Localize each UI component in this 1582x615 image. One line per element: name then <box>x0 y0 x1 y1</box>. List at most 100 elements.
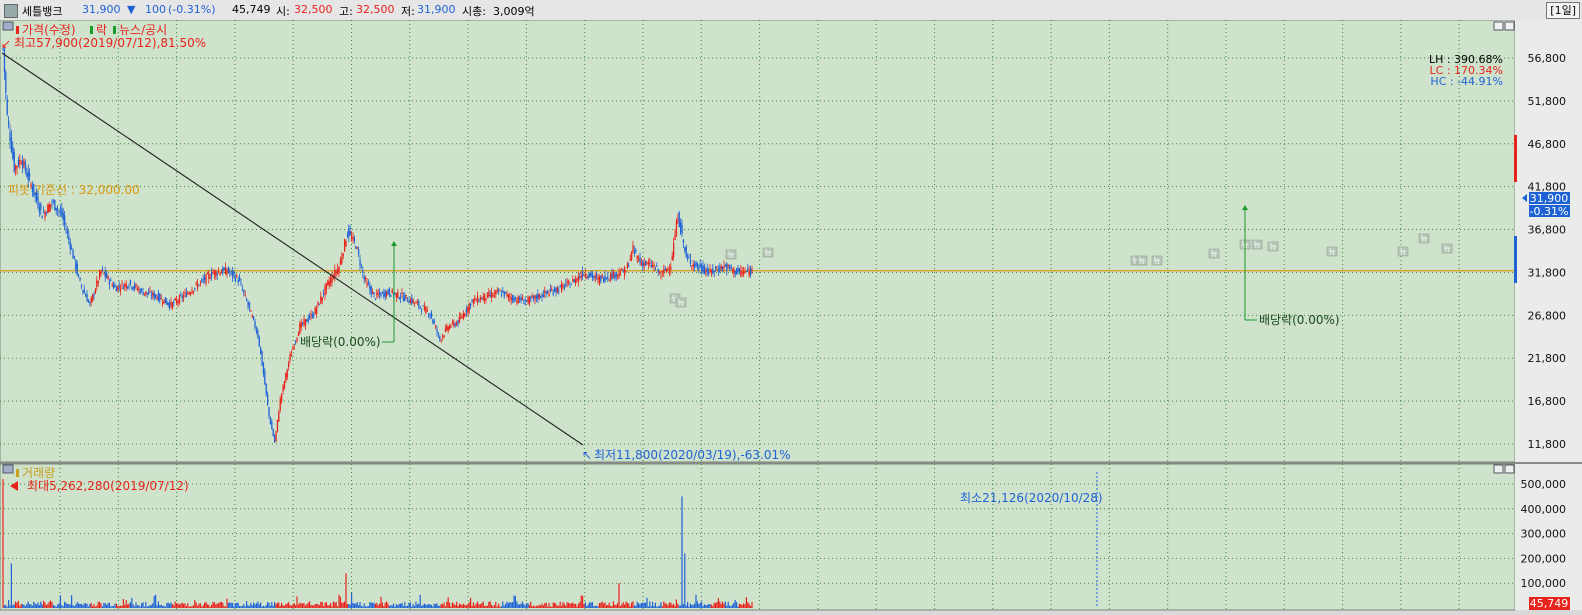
candle-body[interactable] <box>166 301 168 305</box>
candle-body[interactable] <box>251 315 253 317</box>
volume-bar[interactable] <box>632 601 634 608</box>
volume-bar[interactable] <box>548 602 550 608</box>
volume-bar[interactable] <box>93 604 95 608</box>
volume-bar[interactable] <box>65 602 67 608</box>
volume-bar[interactable] <box>226 598 228 608</box>
candle-body[interactable] <box>751 269 753 271</box>
volume-bar[interactable] <box>160 604 162 608</box>
candle-body[interactable] <box>663 269 665 273</box>
candle-body[interactable] <box>397 291 399 298</box>
candle-body[interactable] <box>500 294 503 296</box>
candle-body[interactable] <box>356 247 358 249</box>
candle-body[interactable] <box>380 293 382 297</box>
candle-body[interactable] <box>181 296 183 298</box>
volume-bar[interactable] <box>596 605 598 608</box>
volume-bar[interactable] <box>180 603 182 608</box>
volume-bar[interactable] <box>111 605 113 608</box>
volume-bar[interactable] <box>573 603 575 608</box>
candle-body[interactable] <box>745 270 748 272</box>
candle-body[interactable] <box>519 297 521 300</box>
volume-bar[interactable] <box>618 583 620 608</box>
volume-bar[interactable] <box>545 602 547 608</box>
candle-body[interactable] <box>120 288 122 291</box>
candle-body[interactable] <box>71 248 73 250</box>
candle-body[interactable] <box>384 290 386 297</box>
candle-body[interactable] <box>576 278 578 281</box>
volume-bar[interactable] <box>551 606 553 608</box>
volume-bar[interactable] <box>34 603 36 608</box>
legend-price[interactable]: 가격(수정) <box>22 23 76 37</box>
volume-bar[interactable] <box>143 606 145 608</box>
volume-bar[interactable] <box>66 604 68 608</box>
candle-body[interactable] <box>73 255 76 258</box>
volume-bar[interactable] <box>565 605 567 608</box>
volume-bar[interactable] <box>222 602 224 608</box>
volume-bar[interactable] <box>709 604 711 608</box>
volume-bar[interactable] <box>586 605 588 608</box>
candle-body[interactable] <box>682 239 685 244</box>
volume-bar[interactable] <box>300 603 302 608</box>
volume-bar[interactable] <box>447 597 449 608</box>
volume-bar[interactable] <box>297 604 299 608</box>
candle-body[interactable] <box>601 275 603 277</box>
candle-body[interactable] <box>642 261 644 267</box>
volume-bar[interactable] <box>219 602 221 608</box>
candle-body[interactable] <box>729 267 731 269</box>
volume-bar[interactable] <box>495 602 497 608</box>
volume-bar[interactable] <box>104 603 106 608</box>
volume-bar[interactable] <box>59 595 61 608</box>
candle-body[interactable] <box>629 258 631 261</box>
news-tag-text[interactable]: 뉴 <box>1269 242 1276 251</box>
candle-body[interactable] <box>649 261 651 264</box>
volume-bar[interactable] <box>498 603 500 608</box>
volume-bar[interactable] <box>19 605 21 608</box>
volume-bar[interactable] <box>465 605 467 608</box>
candle-body[interactable] <box>453 322 455 326</box>
candle-body[interactable] <box>52 200 55 202</box>
candle-body[interactable] <box>694 263 696 268</box>
volume-bar[interactable] <box>533 605 535 608</box>
volume-bar[interactable] <box>220 601 222 608</box>
volume-bar[interactable] <box>661 606 663 608</box>
volume-bar[interactable] <box>43 600 45 608</box>
volume-bar[interactable] <box>58 603 60 608</box>
volume-bar[interactable] <box>493 604 495 608</box>
volume-bar[interactable] <box>680 605 682 608</box>
candle-body[interactable] <box>710 270 713 272</box>
candle-body[interactable] <box>274 435 276 443</box>
volume-bar[interactable] <box>645 602 647 608</box>
volume-bar[interactable] <box>283 605 285 608</box>
candle-body[interactable] <box>279 398 281 411</box>
volume-bar[interactable] <box>5 604 7 608</box>
volume-bar[interactable] <box>132 604 134 608</box>
volume-bar[interactable] <box>745 597 747 608</box>
candle-body[interactable] <box>671 256 673 261</box>
volume-bar[interactable] <box>33 601 35 608</box>
candle-body[interactable] <box>705 270 707 272</box>
volume-bar[interactable] <box>505 603 507 608</box>
volume-bar[interactable] <box>542 605 544 608</box>
candle-body[interactable] <box>636 256 638 259</box>
candle-body[interactable] <box>296 337 298 342</box>
volume-bar[interactable] <box>370 602 372 608</box>
candle-body[interactable] <box>597 277 599 281</box>
candle-body[interactable] <box>517 296 519 303</box>
volume-bar[interactable] <box>260 602 262 608</box>
candle-body[interactable] <box>514 297 517 300</box>
volume-bar[interactable] <box>86 603 88 608</box>
volume-bar[interactable] <box>587 604 589 608</box>
volume-bar[interactable] <box>416 604 418 608</box>
volume-bar[interactable] <box>610 605 612 608</box>
volume-bar[interactable] <box>99 601 101 608</box>
candle-body[interactable] <box>194 287 196 289</box>
volume-bar[interactable] <box>572 602 574 608</box>
volume-bar[interactable] <box>513 595 515 608</box>
volume-bar[interactable] <box>639 604 641 608</box>
volume-bar[interactable] <box>13 604 15 608</box>
candle-body[interactable] <box>440 339 442 341</box>
candle-body[interactable] <box>223 268 225 270</box>
candle-body[interactable] <box>62 212 64 221</box>
volume-bar[interactable] <box>271 602 273 608</box>
candle-body[interactable] <box>395 293 398 298</box>
candle-body[interactable] <box>727 265 729 267</box>
